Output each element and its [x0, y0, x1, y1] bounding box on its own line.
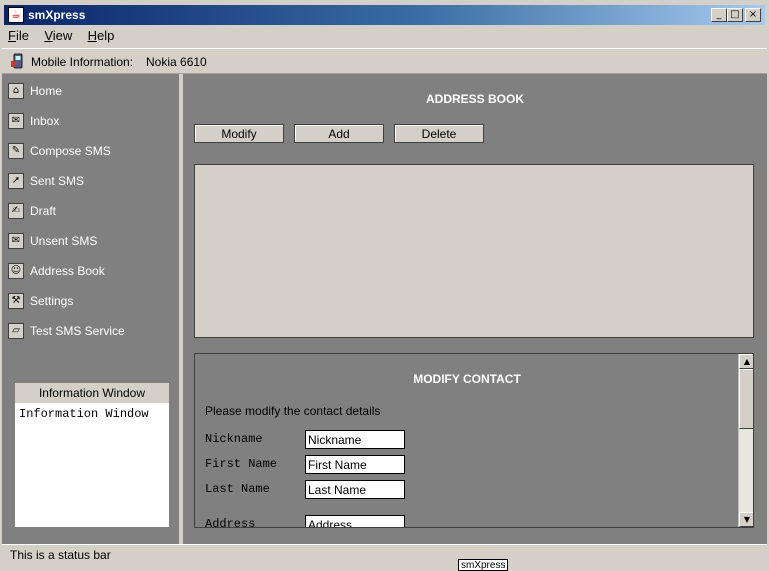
sidebar-item-label: Unsent SMS: [30, 234, 98, 248]
status-bar: This is a status bar: [2, 544, 767, 564]
sidebar-item-unsent-sms[interactable]: ✉ Unsent SMS: [8, 231, 176, 253]
add-button[interactable]: Add: [294, 124, 384, 143]
home-icon: ⌂: [8, 83, 24, 99]
sent-icon: ➚: [8, 173, 24, 189]
sidebar-item-inbox[interactable]: ✉ Inbox: [8, 111, 176, 133]
maximize-icon: □: [730, 9, 740, 20]
title-bar-gradient: ☕ smXpress _ □ ×: [4, 5, 765, 25]
information-window-body: Information Window: [19, 407, 149, 421]
mobile-info-label: Mobile Information:: [31, 55, 134, 69]
sidebar-item-address-book[interactable]: ☺ Address Book: [8, 261, 176, 283]
delete-button[interactable]: Delete: [394, 124, 484, 143]
sidebar-item-label: Test SMS Service: [30, 324, 125, 338]
minimize-button[interactable]: _: [711, 8, 727, 22]
mobile-info-value: Nokia 6610: [146, 55, 207, 69]
nickname-field[interactable]: [305, 430, 405, 449]
title-bar[interactable]: ☕ smXpress _ □ ×: [0, 0, 769, 26]
address-book-title: ADDRESS BOOK: [425, 92, 524, 106]
first-name-field[interactable]: [305, 455, 405, 474]
sidebar: ⌂ Home ✉ Inbox ✎ Compose SMS ➚ Sent SMS …: [2, 74, 179, 544]
sidebar-item-sent-sms[interactable]: ➚ Sent SMS: [8, 171, 176, 193]
sidebar-item-label: Sent SMS: [30, 174, 85, 188]
compose-icon: ✎: [8, 143, 24, 159]
sidebar-item-test-sms-service[interactable]: ▱ Test SMS Service: [8, 321, 176, 343]
maximize-button[interactable]: □: [727, 8, 743, 22]
close-button[interactable]: ×: [745, 8, 761, 22]
inbox-icon: ✉: [8, 113, 24, 129]
last-name-field[interactable]: [305, 480, 405, 499]
sidebar-item-compose-sms[interactable]: ✎ Compose SMS: [8, 141, 176, 163]
address-label: Address: [205, 517, 256, 528]
sidebar-item-label: Settings: [30, 294, 74, 308]
main-panel: ADDRESS BOOK Modify Add Delete MODIFY CO…: [183, 74, 767, 544]
sidebar-item-label: Draft: [30, 204, 57, 218]
address-book-icon: ☺: [8, 263, 24, 279]
modify-contact-scrollbar[interactable]: ▲ ▼: [738, 354, 753, 527]
information-window: Information Window Information Window: [14, 382, 170, 528]
folder-icon: ▱: [8, 323, 24, 339]
sidebar-item-label: Home: [30, 84, 63, 98]
sidebar-item-home[interactable]: ⌂ Home: [8, 81, 176, 103]
scroll-up-button[interactable]: ▲: [739, 354, 753, 369]
sidebar-item-settings[interactable]: ⚒ Settings: [8, 291, 176, 313]
status-text: This is a status bar: [10, 548, 111, 562]
contact-list[interactable]: [194, 164, 754, 338]
menu-help[interactable]: Help: [82, 26, 121, 43]
java-cup-icon: ☕: [8, 7, 24, 23]
nickname-label: Nickname: [205, 432, 263, 446]
settings-icon: ⚒: [8, 293, 24, 309]
sidebar-item-label: Inbox: [30, 114, 60, 128]
address-field[interactable]: [305, 515, 405, 527]
phone-icon: [11, 53, 23, 69]
menu-bar: File View Help: [2, 26, 767, 46]
unsent-icon: ✉: [8, 233, 24, 249]
last-name-label: Last Name: [205, 482, 270, 496]
sidebar-item-label: Address Book: [30, 264, 105, 278]
sidebar-item-draft[interactable]: ✍ Draft: [8, 201, 176, 223]
sidebar-item-label: Compose SMS: [30, 144, 111, 158]
scrollbar-thumb[interactable]: [739, 369, 753, 429]
menu-view[interactable]: View: [38, 26, 78, 43]
close-icon: ×: [748, 9, 758, 20]
menu-file[interactable]: File: [2, 26, 35, 43]
scroll-down-button[interactable]: ▼: [739, 512, 753, 527]
window-title: smXpress: [28, 8, 86, 22]
draft-icon: ✍: [8, 203, 24, 219]
modify-button[interactable]: Modify: [194, 124, 284, 143]
first-name-label: First Name: [205, 457, 278, 471]
modify-contact-panel: MODIFY CONTACT Please modify the contact…: [194, 353, 754, 528]
modify-contact-instructions: Please modify the contact details: [205, 404, 381, 418]
information-window-header: Information Window: [15, 383, 169, 403]
arrow-up-icon: ▲: [743, 357, 751, 366]
modify-contact-title: MODIFY CONTACT: [413, 372, 521, 386]
mobile-info-bar: Mobile Information: Nokia 6610: [2, 48, 767, 74]
arrow-down-icon: ▼: [743, 515, 751, 524]
minimize-icon: _: [716, 9, 722, 20]
taskbar-tooltip: smXpress: [458, 559, 509, 571]
